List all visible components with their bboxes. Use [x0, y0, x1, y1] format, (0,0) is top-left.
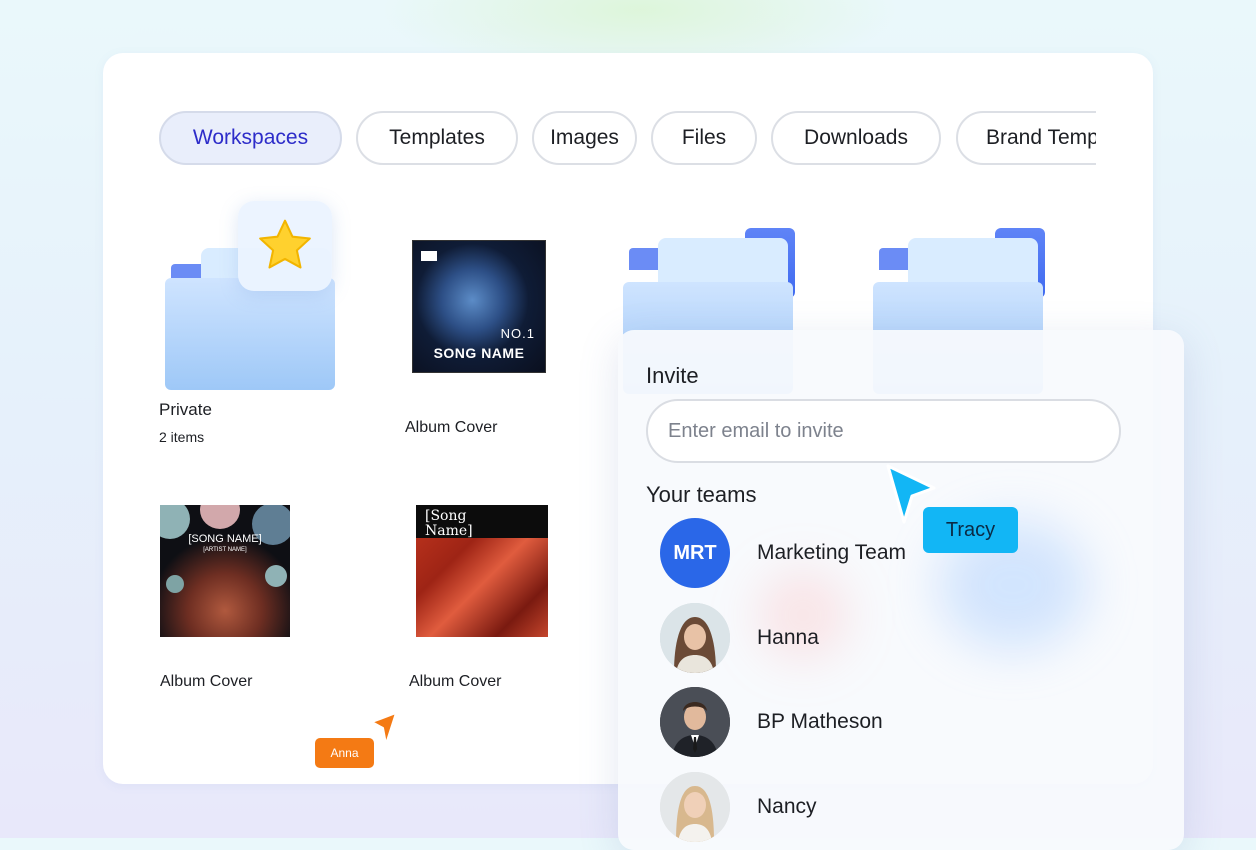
person-portrait-icon: [660, 772, 730, 842]
item-title: Album Cover: [409, 673, 502, 690]
collaborator-label-tracy: Tracy: [923, 507, 1018, 553]
cover-art-subtext: [ARTIST NAME]: [203, 547, 247, 553]
person-portrait-icon: [660, 687, 730, 757]
email-invite-input[interactable]: [646, 399, 1121, 463]
tab-templates[interactable]: Templates: [356, 111, 518, 165]
advisory-label: [421, 251, 437, 261]
tab-workspaces[interactable]: Workspaces: [159, 111, 342, 165]
cover-art-text: SONG NAME: [433, 345, 525, 361]
favorite-badge: [238, 201, 332, 291]
planet-shape: [166, 575, 184, 593]
team-initials: MRT: [673, 541, 717, 564]
tab-images[interactable]: Images: [532, 111, 637, 165]
member-name: Hanna: [757, 626, 819, 649]
cover-art-tag: NO.1: [500, 326, 535, 341]
member-name: BP Matheson: [757, 710, 883, 733]
member-item-hanna[interactable]: Hanna: [660, 603, 1120, 673]
avatar: [660, 603, 730, 673]
team-avatar: MRT: [660, 518, 730, 588]
planet-shape: [200, 505, 240, 529]
tab-downloads[interactable]: Downloads: [771, 111, 941, 165]
album-cover-thumbnail[interactable]: NO.1 SONG NAME: [412, 240, 546, 373]
person-portrait-icon: [660, 603, 730, 673]
invite-title: Invite: [646, 363, 699, 388]
folder-front: [165, 278, 335, 390]
avatar: [660, 772, 730, 842]
album-cover-thumbnail[interactable]: [SONG NAME] [ARTIST NAME]: [160, 505, 290, 637]
item-title: Album Cover: [160, 673, 253, 690]
cover-art-text: [SONG NAME]: [188, 533, 262, 545]
member-item-nancy[interactable]: Nancy: [660, 772, 1120, 842]
item-title: Private: [159, 400, 212, 419]
cover-art-text: [Song Name]: [425, 508, 473, 539]
item-count: 2 items: [159, 429, 205, 445]
album-cover-thumbnail[interactable]: [Song Name]: [416, 505, 548, 637]
star-icon: [259, 219, 311, 269]
member-name: Marketing Team: [757, 541, 907, 564]
tab-brand-templates[interactable]: Brand Templates: [956, 111, 1096, 165]
tab-bar: Workspaces Templates Images Files Downlo…: [159, 110, 1096, 170]
member-item-bp-matheson[interactable]: BP Matheson: [660, 687, 1120, 757]
planet-shape: [265, 565, 287, 587]
member-name: Nancy: [757, 795, 817, 818]
collaborator-cursor-icon: [371, 712, 397, 745]
teams-title: Your teams: [646, 482, 757, 507]
item-title: Album Cover: [405, 419, 498, 436]
invite-panel: Invite Your teams MRT Marketing Team Han…: [618, 330, 1184, 850]
tab-files[interactable]: Files: [651, 111, 757, 165]
avatar: [660, 687, 730, 757]
